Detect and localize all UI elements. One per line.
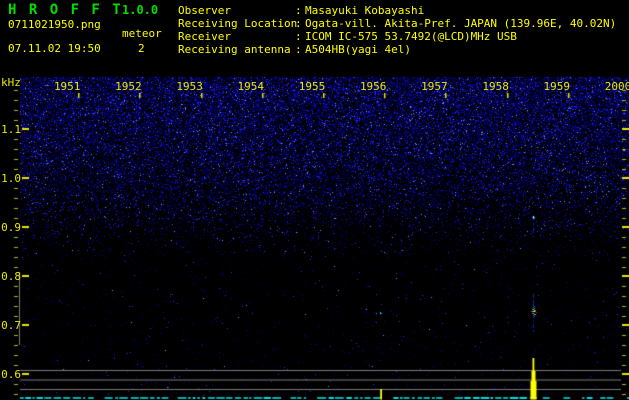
freq-tick-label: 0.7 — [1, 319, 21, 332]
time-tick-label: 1951 — [53, 80, 81, 93]
output-filename: 0711021950.png — [8, 18, 101, 31]
info-value: A504HB(yagi 4el) — [305, 43, 411, 56]
meteor-count: 2 — [138, 42, 145, 55]
time-tick-label: 1955 — [298, 80, 326, 93]
time-tick-label: 1957 — [421, 80, 448, 93]
time-tick-label: 1953 — [176, 80, 203, 93]
meteor-label: meteor — [122, 27, 162, 40]
station-info-row: Receiving antenna: A504HB(yagi 4el) — [178, 43, 616, 56]
time-tick-label: 1959 — [543, 80, 571, 93]
freq-tick-label: 0.8 — [1, 270, 21, 283]
app-version: 1.0.0 — [122, 3, 159, 17]
info-separator: : — [295, 4, 302, 17]
station-info-row: Receiver: ICOM IC-575 53.7492(@LCD)MHz US… — [178, 30, 616, 43]
info-label: Receiver — [178, 30, 231, 43]
freq-tick-label: 0.9 — [1, 221, 21, 234]
station-info: Observer: Masayuki Kobayashi Receiving Loc… — [178, 4, 616, 56]
spectrogram-canvas — [0, 0, 629, 400]
freq-tick-label: 0.6 — [1, 368, 21, 381]
time-tick-label: 1956 — [359, 80, 387, 93]
hrofft-window: H R O F F T 1.0.0 0711021950.png meteor … — [0, 0, 629, 400]
info-value: Ogata-vill. Akita-Pref. JAPAN (139.96E, … — [305, 17, 617, 30]
freq-tick-label: 1.1 — [1, 123, 21, 136]
info-label: Observer — [178, 4, 231, 17]
time-tick-label: 2000 — [604, 80, 629, 93]
app-title: H R O F F T — [8, 2, 123, 18]
info-label: Receiving Location — [178, 17, 298, 30]
info-value: Masayuki Kobayashi — [305, 4, 425, 17]
info-separator: : — [295, 43, 302, 56]
info-separator: : — [295, 17, 302, 30]
datetime-label: 07.11.02 19:50 — [8, 42, 101, 55]
freq-tick-label: 1.0 — [1, 172, 21, 185]
station-info-row: Observer: Masayuki Kobayashi — [178, 4, 616, 17]
info-separator: : — [295, 30, 302, 43]
info-label: Receiving antenna — [178, 43, 291, 56]
freq-axis-unit: kHz — [1, 76, 21, 89]
time-tick-label: 1952 — [115, 80, 142, 93]
station-info-row: Receiving Location: Ogata-vill. Akita-Pre… — [178, 17, 616, 30]
time-tick-label: 1958 — [482, 80, 509, 93]
info-value: ICOM IC-575 53.7492(@LCD)MHz USB — [305, 30, 517, 43]
time-tick-label: 1954 — [237, 80, 265, 93]
